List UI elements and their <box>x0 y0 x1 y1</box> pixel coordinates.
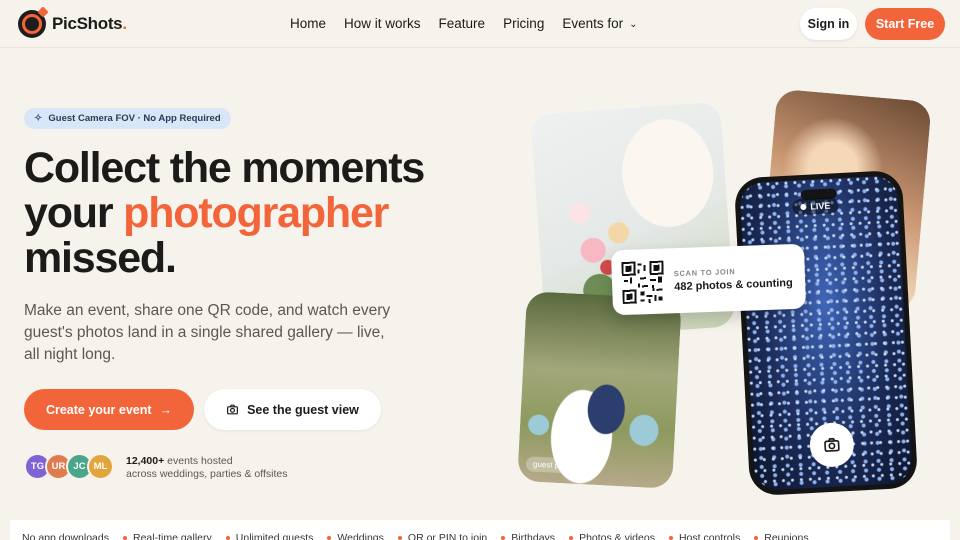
couple-photo-card: guest photo <box>517 291 682 489</box>
bullet-dot-icon <box>668 536 673 540</box>
brand-dot: . <box>122 14 128 33</box>
ticker-item: Real-time gallery <box>122 532 212 540</box>
nav-link-how-it-works[interactable]: How it works <box>344 16 421 31</box>
start-free-button[interactable]: Start Free <box>865 8 945 40</box>
chevron-down-icon: ⌄ <box>629 19 638 30</box>
qr-card-text: SCAN TO JOIN 482 photos & counting <box>674 265 793 293</box>
ticker-item: Birthdays <box>501 532 555 540</box>
arrow-right-icon: → <box>159 402 173 417</box>
ticker-item-label: Host controls <box>678 532 741 540</box>
qr-photo-count: 482 photos & counting <box>674 276 793 293</box>
social-proof: 12,400+ events hosted across weddings, p… <box>126 455 287 481</box>
hero-badge: ✧ Guest Camera FOV · No App Required <box>24 108 231 129</box>
hero-badge-text: Guest Camera FOV · No App Required <box>48 113 221 124</box>
bullet-dot-icon <box>397 536 402 540</box>
ticker-item-label: Weddings <box>337 532 384 540</box>
hero-subcopy: Make an event, share one QR code, and wa… <box>24 302 391 363</box>
bullet-dot-icon <box>122 536 127 540</box>
avatar: ML <box>87 453 114 480</box>
guest-photo-tag: guest photo <box>525 456 583 475</box>
ticker-item-label: Unlimited guests <box>235 532 314 540</box>
headline-accent: photographer <box>123 189 389 237</box>
phone-screen: LIVE <box>739 175 913 491</box>
create-event-button[interactable]: Create your event → <box>24 389 194 430</box>
ticker-item-label: No app downloads <box>22 532 109 540</box>
live-label: LIVE <box>810 200 831 212</box>
ticker-item-label: QR or PIN to join <box>407 532 488 540</box>
ticker-item: Host controls <box>668 532 741 540</box>
ticker-item: Weddings <box>327 532 384 540</box>
nav-dropdown-events-for[interactable]: Events for ⌄ <box>562 16 637 31</box>
phone-mockup: LIVE <box>733 169 919 497</box>
top-nav: PicShots . Home How it works Feature Pri… <box>0 0 960 48</box>
brand-logo[interactable]: PicShots . <box>18 10 127 38</box>
proof-line-2: across weddings, parties & offsites <box>126 468 288 480</box>
guest-view-button[interactable]: See the guest view <box>204 389 381 430</box>
avatar-stack: TG UR JC ML <box>24 453 114 480</box>
ticker-item: Reunions <box>754 532 809 540</box>
bullet-dot-icon <box>225 536 230 540</box>
shutter-button[interactable] <box>808 421 855 468</box>
nav-link-pricing[interactable]: Pricing <box>503 16 544 31</box>
ticker-item-label: Photos & videos <box>579 532 655 540</box>
proof-line-1: events hosted <box>164 455 233 467</box>
bullet-dot-icon <box>569 536 574 540</box>
bullet-dot-icon <box>754 536 759 540</box>
ticker-item: No app downloads <box>22 532 109 540</box>
feature-ticker: No app downloads Real-time gallery Unlim… <box>10 520 950 540</box>
bullet-dot-icon <box>327 536 332 540</box>
qr-label: SCAN TO JOIN <box>673 266 736 278</box>
nav-link-events-for-label: Events for <box>562 16 624 31</box>
ticker-item-label: Birthdays <box>511 532 556 540</box>
live-badge: LIVE <box>791 197 839 216</box>
ticker-item: QR or PIN to join <box>397 532 488 540</box>
camera-icon <box>227 404 239 415</box>
camera-icon <box>824 437 840 452</box>
sparkle-icon: ✧ <box>34 113 43 124</box>
hero-headline: Collect the moments your photographer mi… <box>24 146 494 281</box>
qr-code-icon <box>621 260 665 304</box>
live-dot-icon <box>800 203 807 211</box>
create-event-label: Create your event <box>45 402 152 417</box>
ticker-item: Unlimited guests <box>225 532 314 540</box>
proof-count: 12,400+ <box>126 455 165 467</box>
nav-links: Home How it works Feature Pricing Events… <box>290 16 638 31</box>
qr-join-card: SCAN TO JOIN 482 photos & counting <box>610 243 807 316</box>
ticker-item: Photos & videos <box>569 532 655 540</box>
headline-line-3: missed. <box>24 234 177 282</box>
nav-link-feature[interactable]: Feature <box>439 16 486 31</box>
signin-button[interactable]: Sign in <box>800 8 857 40</box>
guest-view-label: See the guest view <box>247 402 359 417</box>
headline-line-2a: your <box>24 189 124 237</box>
brand-name: PicShots <box>52 14 123 33</box>
bullet-dot-icon <box>501 536 506 540</box>
ticker-item-label: Reunions <box>764 532 809 540</box>
ticker-item-label: Real-time gallery <box>132 532 212 540</box>
nav-link-home[interactable]: Home <box>290 16 326 31</box>
headline-line-1: Collect the moments <box>24 144 425 192</box>
camera-logo-icon <box>18 10 46 38</box>
